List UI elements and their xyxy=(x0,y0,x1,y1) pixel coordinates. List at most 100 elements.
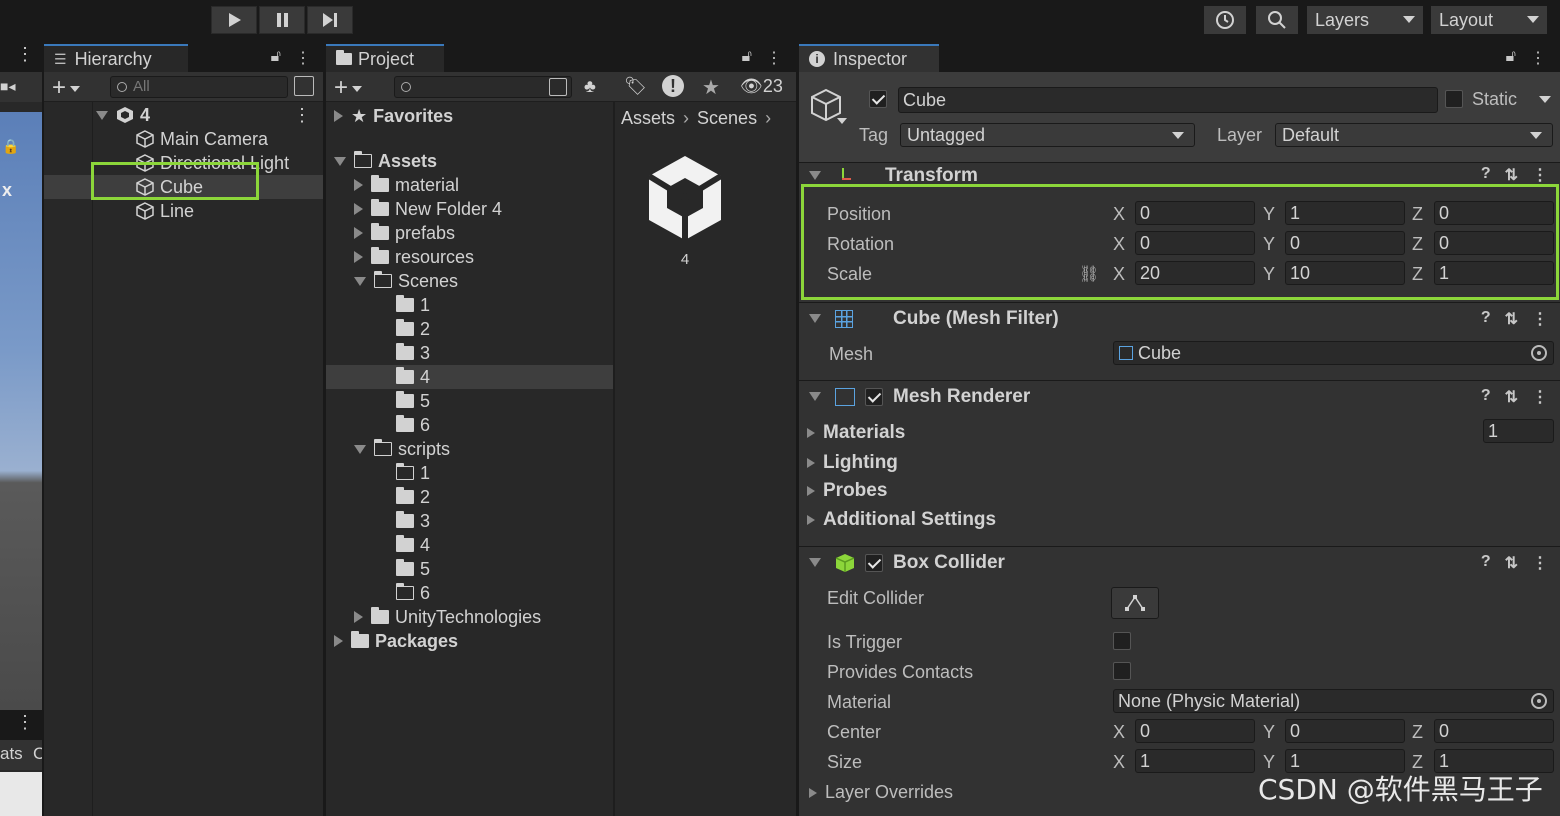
game-viewport[interactable] xyxy=(0,772,42,816)
tab-inspector[interactable]: i Inspector xyxy=(799,44,939,72)
expand-icon[interactable] xyxy=(334,156,346,166)
expand-icon[interactable] xyxy=(807,486,815,496)
folder-row[interactable]: 1 xyxy=(326,293,614,317)
preset-icon[interactable]: ⇅ xyxy=(1505,553,1518,573)
mesh-field[interactable]: Cube xyxy=(1113,341,1554,365)
expand-icon[interactable] xyxy=(809,314,821,323)
folder-row[interactable]: UnityTechnologies xyxy=(326,605,614,629)
favorite-star-icon[interactable]: ★ xyxy=(702,75,720,100)
folder-row[interactable]: 3 xyxy=(326,341,614,365)
help-icon[interactable]: ? xyxy=(1481,165,1491,185)
layers-dropdown[interactable]: Layers xyxy=(1307,6,1423,34)
expand-icon[interactable] xyxy=(354,203,363,215)
project-search-input[interactable] xyxy=(394,76,572,98)
folder-row[interactable]: New Folder 4 xyxy=(326,197,614,221)
edit-collider-button[interactable] xyxy=(1111,587,1159,619)
center-y-field[interactable]: 0 xyxy=(1285,719,1405,743)
mesh-renderer-header[interactable]: Mesh Renderer ? ⇅ ⋮ xyxy=(799,380,1560,412)
center-x-field[interactable]: 0 xyxy=(1135,719,1255,743)
object-name-field[interactable]: Cube xyxy=(898,87,1438,113)
hierarchy-search-input[interactable]: All xyxy=(110,76,288,98)
preset-icon[interactable]: ⇅ xyxy=(1505,165,1518,185)
layout-dropdown[interactable]: Layout xyxy=(1431,6,1547,34)
folder-row[interactable]: 1 xyxy=(326,461,614,485)
scene-row[interactable]: 4 ⋮ xyxy=(44,103,323,127)
size-x-field[interactable]: 1 xyxy=(1135,749,1255,773)
expand-icon[interactable] xyxy=(809,171,821,180)
expand-icon[interactable] xyxy=(807,515,815,525)
tab-hierarchy[interactable]: ☰ Hierarchy xyxy=(44,44,188,72)
history-button[interactable] xyxy=(1204,6,1246,34)
more-icon[interactable]: ⋮ xyxy=(1532,387,1548,407)
assets-row[interactable]: Assets xyxy=(326,149,614,173)
asset-item[interactable]: 4 xyxy=(645,154,725,268)
mesh-filter-header[interactable]: Cube (Mesh Filter) ? ⇅ ⋮ xyxy=(799,302,1560,334)
expand-icon[interactable] xyxy=(809,392,821,401)
folder-row[interactable]: 2 xyxy=(326,485,614,509)
expand-icon[interactable] xyxy=(809,787,817,798)
enabled-checkbox[interactable] xyxy=(865,387,883,406)
more-icon[interactable]: ⋮ xyxy=(1532,165,1548,185)
breadcrumb-item[interactable]: Scenes xyxy=(697,108,757,129)
expand-icon[interactable] xyxy=(354,444,366,454)
center-z-field[interactable]: 0 xyxy=(1434,719,1554,743)
hierarchy-item[interactable]: Main Camera xyxy=(44,127,323,151)
warning-icon[interactable]: ! xyxy=(662,75,684,97)
create-asset-button[interactable]: + xyxy=(334,74,363,102)
help-icon[interactable]: ? xyxy=(1481,553,1491,573)
folder-row[interactable]: 6 xyxy=(326,581,614,605)
play-button[interactable] xyxy=(211,6,257,34)
more-icon[interactable]: ⋮ xyxy=(293,105,311,126)
tag-dropdown[interactable]: Untagged xyxy=(900,123,1195,147)
hierarchy-item[interactable]: Line xyxy=(44,199,323,223)
more-icon[interactable]: ⋮ xyxy=(295,48,311,68)
more-icon[interactable]: ⋮ xyxy=(1530,48,1546,68)
materials-foldout[interactable]: Materials xyxy=(807,422,905,444)
expand-icon[interactable] xyxy=(96,110,108,120)
enabled-checkbox[interactable] xyxy=(865,553,883,572)
help-icon[interactable]: ? xyxy=(1481,309,1491,329)
console-tab[interactable]: C xyxy=(33,744,42,764)
static-checkbox[interactable] xyxy=(1445,90,1463,108)
search-mode-icon[interactable] xyxy=(294,76,314,96)
folder-row[interactable]: prefabs xyxy=(326,221,614,245)
breadcrumb-item[interactable]: Assets xyxy=(621,108,675,129)
more-icon[interactable]: ⋮ xyxy=(766,48,782,68)
expand-icon[interactable] xyxy=(354,251,363,263)
more-icon[interactable]: ⋮ xyxy=(1532,553,1548,573)
expand-icon[interactable] xyxy=(354,179,363,191)
layer-overrides-foldout[interactable]: Layer Overrides xyxy=(809,782,953,803)
chevron-down-icon[interactable] xyxy=(837,118,847,124)
layer-dropdown[interactable]: Default xyxy=(1275,123,1553,147)
expand-icon[interactable] xyxy=(354,227,363,239)
lighting-foldout[interactable]: Lighting xyxy=(807,452,898,474)
scene-viewport[interactable] xyxy=(0,112,42,710)
expand-icon[interactable] xyxy=(334,635,343,647)
folder-row[interactable]: 5 xyxy=(326,389,614,413)
help-icon[interactable]: ? xyxy=(1481,387,1491,407)
expand-icon[interactable] xyxy=(354,276,366,286)
pause-button[interactable] xyxy=(259,6,305,34)
more-icon[interactable]: ⋮ xyxy=(16,712,34,733)
expand-icon[interactable] xyxy=(807,458,815,468)
folder-row[interactable]: 3 xyxy=(326,509,614,533)
folder-row-selected[interactable]: 4 xyxy=(326,365,614,389)
box-collider-header[interactable]: Box Collider ? ⇅ ⋮ xyxy=(799,546,1560,578)
chevron-down-icon[interactable] xyxy=(1539,96,1551,103)
preset-icon[interactable]: ⇅ xyxy=(1505,387,1518,407)
filter-by-type-icon[interactable]: ♣ xyxy=(584,76,596,97)
folder-row[interactable]: 4 xyxy=(326,533,614,557)
stats-tab[interactable]: ats xyxy=(0,744,23,764)
search-mode-icon[interactable] xyxy=(549,78,567,96)
additional-settings-foldout[interactable]: Additional Settings xyxy=(807,509,996,531)
expand-icon[interactable] xyxy=(807,428,815,438)
packages-row[interactable]: Packages xyxy=(326,629,614,653)
probes-foldout[interactable]: Probes xyxy=(807,480,887,502)
more-icon[interactable]: ⋮ xyxy=(16,44,34,65)
favorites-row[interactable]: ★ Favorites xyxy=(326,104,614,128)
lock-icon[interactable]: 🔓︎ xyxy=(271,48,281,68)
provides-contacts-checkbox[interactable] xyxy=(1113,662,1131,680)
materials-count-field[interactable]: 1 xyxy=(1483,419,1554,443)
scenes-row[interactable]: Scenes xyxy=(326,269,614,293)
active-checkbox[interactable] xyxy=(869,90,887,108)
